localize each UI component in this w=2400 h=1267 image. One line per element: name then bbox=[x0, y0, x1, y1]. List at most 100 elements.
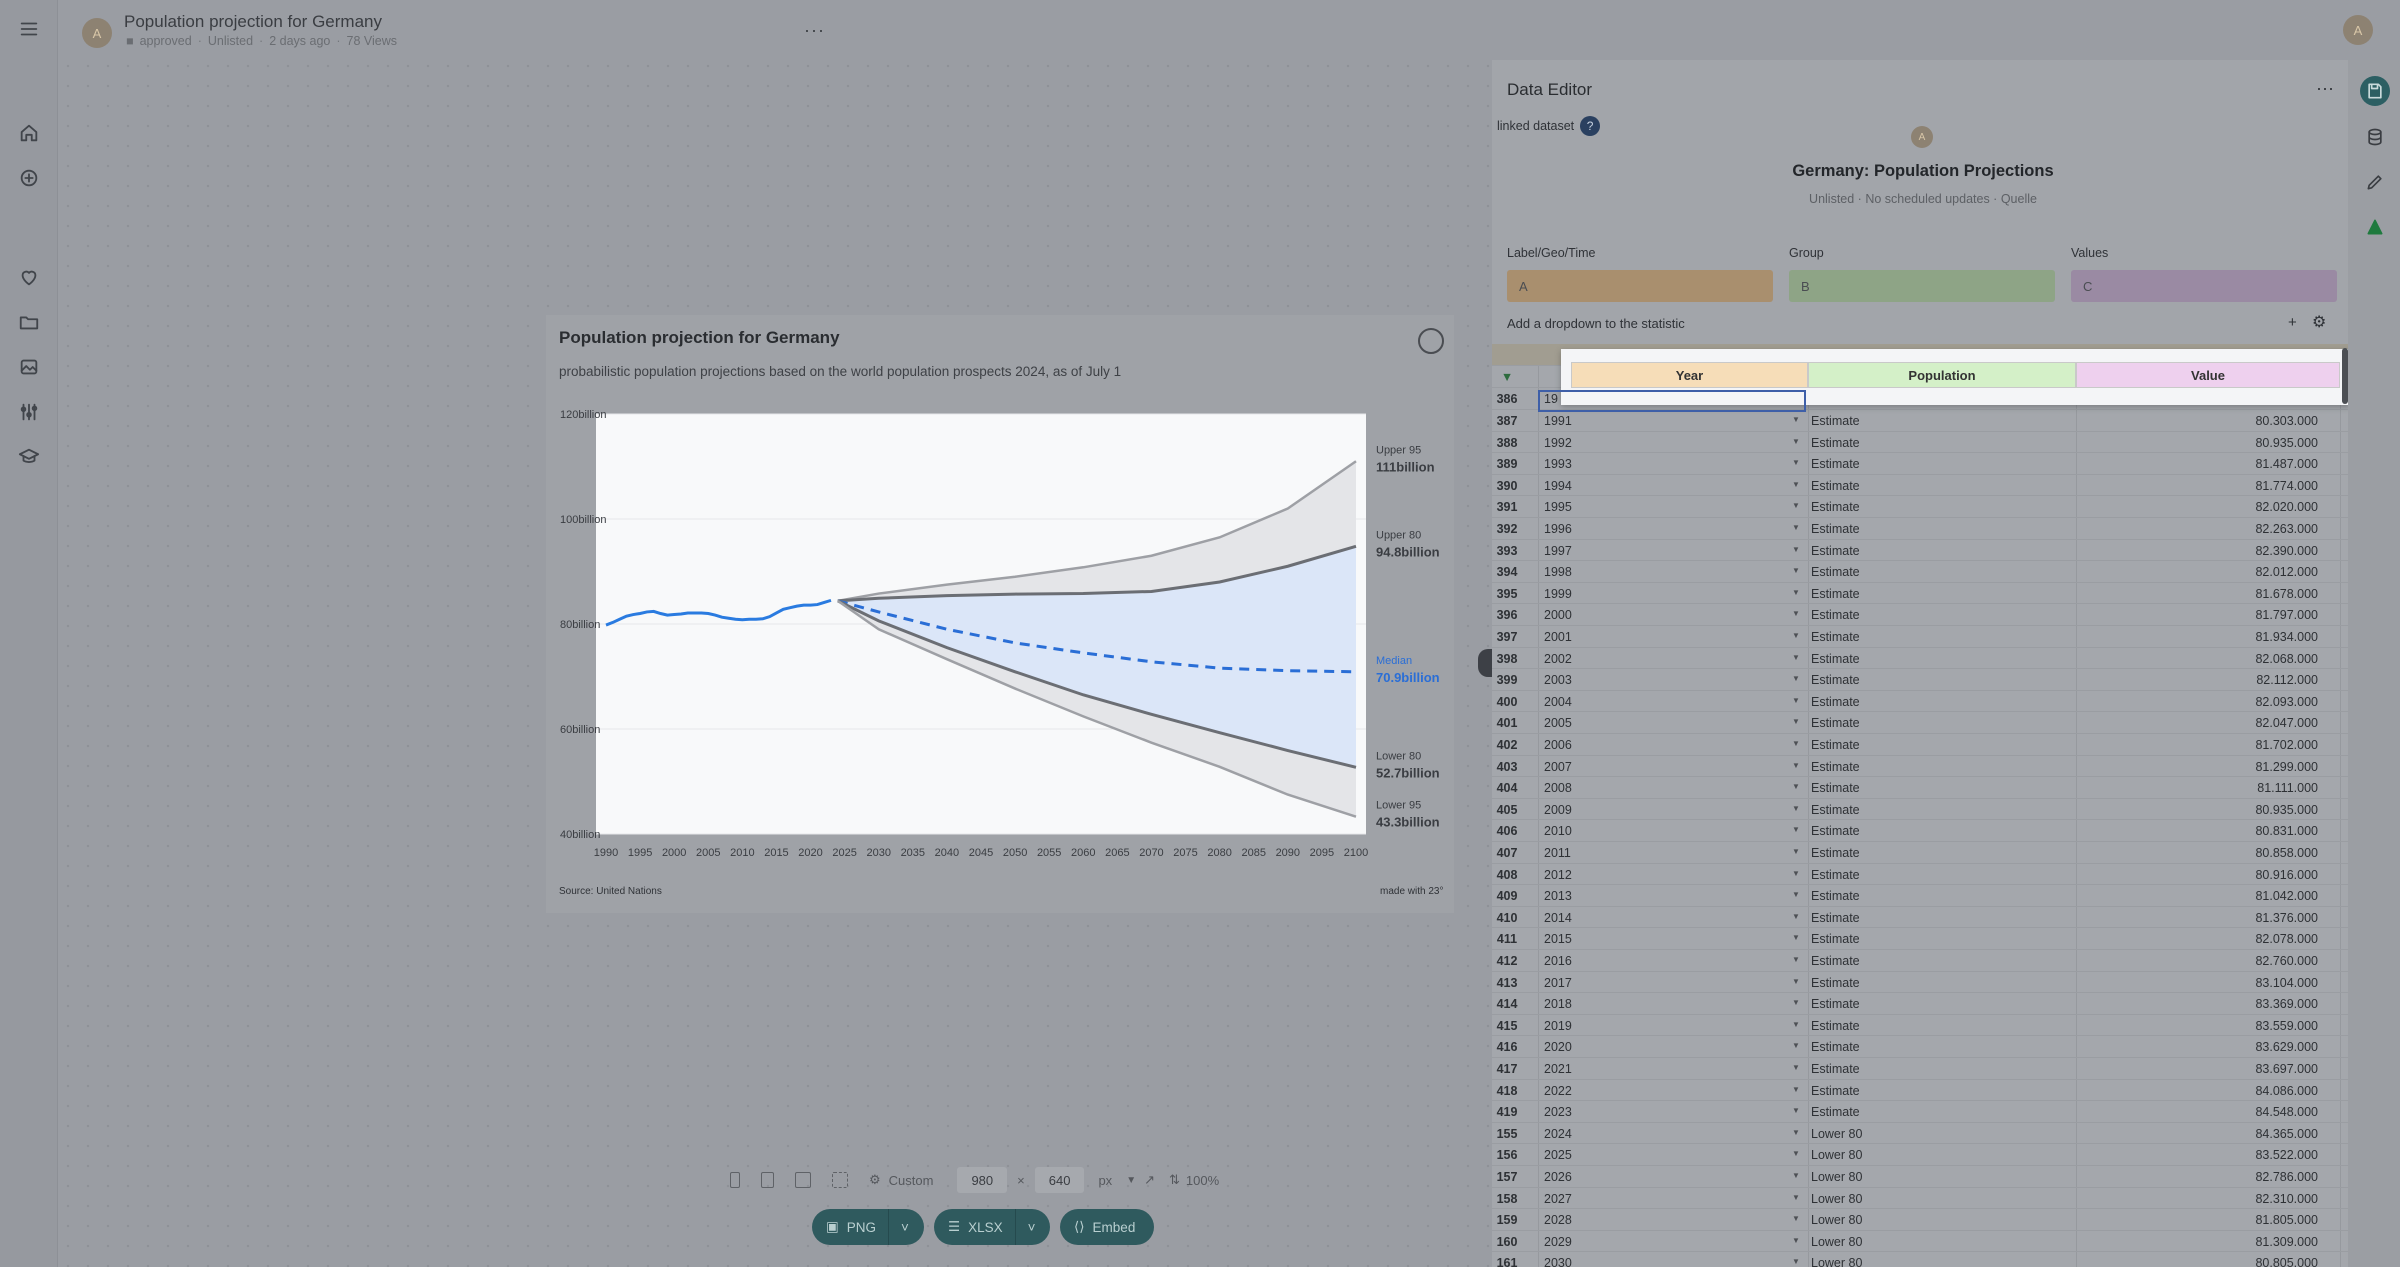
value-cell[interactable]: 82.263.000 bbox=[2255, 522, 2318, 536]
chevron-down-icon[interactable]: ▼ bbox=[1792, 674, 1800, 683]
height-input[interactable]: 640 bbox=[1034, 1167, 1085, 1193]
group-cell[interactable]: Lower 80 bbox=[1811, 1127, 1862, 1141]
table-row[interactable]: 387 1991 Estimate 80.303.000 ▼ bbox=[1492, 410, 2348, 432]
chevron-down-icon[interactable]: ▼ bbox=[1792, 631, 1800, 640]
group-cell[interactable]: Estimate bbox=[1811, 911, 1860, 925]
year-cell[interactable]: 2010 bbox=[1544, 824, 1572, 838]
chevron-down-icon[interactable]: ▼ bbox=[1792, 890, 1800, 899]
group-cell[interactable]: Estimate bbox=[1811, 1040, 1860, 1054]
value-cell[interactable]: 81.797.000 bbox=[2255, 608, 2318, 622]
chevron-down-icon[interactable]: ▼ bbox=[1792, 933, 1800, 942]
table-row[interactable]: 406 2010 Estimate 80.831.000 ▼ bbox=[1492, 820, 2348, 842]
table-row[interactable]: 414 2018 Estimate 83.369.000 ▼ bbox=[1492, 993, 2348, 1015]
year-cell[interactable]: 2020 bbox=[1544, 1040, 1572, 1054]
value-cell[interactable]: 82.012.000 bbox=[2255, 565, 2318, 579]
year-cell[interactable]: 1995 bbox=[1544, 500, 1572, 514]
chevron-down-icon[interactable]: ▼ bbox=[1792, 1257, 1800, 1266]
add-icon[interactable] bbox=[17, 166, 41, 190]
chevron-down-icon[interactable]: ▼ bbox=[1792, 1214, 1800, 1223]
chevron-down-icon[interactable]: ▼ bbox=[1792, 998, 1800, 1007]
table-row[interactable]: 390 1994 Estimate 81.774.000 ▼ bbox=[1492, 475, 2348, 497]
value-cell[interactable]: 81.299.000 bbox=[2255, 760, 2318, 774]
value-cell[interactable]: 82.068.000 bbox=[2255, 652, 2318, 666]
value-cell[interactable]: 82.047.000 bbox=[2255, 716, 2318, 730]
year-cell[interactable]: 2029 bbox=[1544, 1235, 1572, 1249]
group-cell[interactable]: Estimate bbox=[1811, 760, 1860, 774]
value-cell[interactable]: 80.858.000 bbox=[2255, 846, 2318, 860]
chevron-down-icon[interactable]: ▼ bbox=[1792, 1149, 1800, 1158]
table-row[interactable]: 401 2005 Estimate 82.047.000 ▼ bbox=[1492, 712, 2348, 734]
table-row[interactable]: 394 1998 Estimate 82.012.000 ▼ bbox=[1492, 561, 2348, 583]
year-cell[interactable]: 2009 bbox=[1544, 803, 1572, 817]
export-png-button[interactable]: ▣ PNG ˅ bbox=[812, 1209, 924, 1245]
value-cell[interactable]: 80.935.000 bbox=[2255, 803, 2318, 817]
table-row[interactable]: 397 2001 Estimate 81.934.000 ▼ bbox=[1492, 626, 2348, 648]
year-cell[interactable]: 2001 bbox=[1544, 630, 1572, 644]
add-button[interactable]: + bbox=[2288, 314, 2297, 331]
group-cell[interactable]: Estimate bbox=[1811, 889, 1860, 903]
preset-select[interactable]: Custom bbox=[889, 1173, 934, 1188]
chevron-down-icon[interactable]: ▼ bbox=[1792, 1020, 1800, 1029]
group-cell[interactable]: Estimate bbox=[1811, 846, 1860, 860]
group-cell[interactable]: Estimate bbox=[1811, 781, 1860, 795]
chevron-down-icon[interactable]: ▼ bbox=[1792, 1063, 1800, 1072]
column-input-b[interactable]: B bbox=[1789, 270, 2055, 302]
year-cell[interactable]: 2018 bbox=[1544, 997, 1572, 1011]
table-row[interactable]: 405 2009 Estimate 80.935.000 ▼ bbox=[1492, 799, 2348, 821]
heart-icon[interactable] bbox=[17, 265, 41, 289]
header-cell-population[interactable]: Population bbox=[1808, 362, 2076, 388]
image-icon[interactable] bbox=[17, 355, 41, 379]
table-row[interactable]: 416 2020 Estimate 83.629.000 ▼ bbox=[1492, 1036, 2348, 1058]
chevron-down-icon[interactable]: ▼ bbox=[1792, 847, 1800, 856]
year-cell[interactable]: 2006 bbox=[1544, 738, 1572, 752]
year-cell[interactable]: 1992 bbox=[1544, 436, 1572, 450]
chevron-down-icon[interactable]: ▼ bbox=[1792, 782, 1800, 791]
folder-icon[interactable] bbox=[17, 310, 41, 334]
table-row[interactable]: 413 2017 Estimate 83.104.000 ▼ bbox=[1492, 972, 2348, 994]
table-row[interactable]: 388 1992 Estimate 80.935.000 ▼ bbox=[1492, 432, 2348, 454]
year-cell[interactable]: 2013 bbox=[1544, 889, 1572, 903]
graduation-cap-icon[interactable] bbox=[17, 445, 41, 469]
menu-icon[interactable] bbox=[17, 17, 41, 41]
table-row[interactable]: 402 2006 Estimate 81.702.000 ▼ bbox=[1492, 734, 2348, 756]
export-embed-button[interactable]: ⟨⟩ Embed bbox=[1060, 1209, 1154, 1245]
group-cell[interactable]: Lower 80 bbox=[1811, 1148, 1862, 1162]
table-row[interactable]: 412 2016 Estimate 82.760.000 ▼ bbox=[1492, 950, 2348, 972]
filter-icon[interactable]: ▼ bbox=[1492, 370, 1522, 384]
group-cell[interactable]: Estimate bbox=[1811, 1105, 1860, 1119]
year-cell[interactable]: 2021 bbox=[1544, 1062, 1572, 1076]
value-cell[interactable]: 83.559.000 bbox=[2255, 1019, 2318, 1033]
table-row[interactable]: 399 2003 Estimate 82.112.000 ▼ bbox=[1492, 669, 2348, 691]
avatar[interactable]: A bbox=[1911, 126, 1933, 148]
selected-cell[interactable] bbox=[1538, 390, 1806, 412]
chevron-down-icon[interactable]: ▼ bbox=[1792, 912, 1800, 921]
value-cell[interactable]: 82.760.000 bbox=[2255, 954, 2318, 968]
table-row[interactable]: 398 2002 Estimate 82.068.000 ▼ bbox=[1492, 648, 2348, 670]
chevron-down-icon[interactable]: ▼ bbox=[1792, 1128, 1800, 1137]
group-cell[interactable]: Estimate bbox=[1811, 976, 1860, 990]
group-cell[interactable]: Estimate bbox=[1811, 803, 1860, 817]
table-row[interactable]: 159 2028 Lower 80 81.805.000 ▼ bbox=[1492, 1209, 2348, 1231]
save-icon[interactable] bbox=[2360, 76, 2390, 106]
table-row[interactable]: 409 2013 Estimate 81.042.000 ▼ bbox=[1492, 885, 2348, 907]
table-row[interactable]: 411 2015 Estimate 82.078.000 ▼ bbox=[1492, 928, 2348, 950]
table-row[interactable]: 418 2022 Estimate 84.086.000 ▼ bbox=[1492, 1080, 2348, 1102]
group-cell[interactable]: Estimate bbox=[1811, 954, 1860, 968]
value-cell[interactable]: 81.487.000 bbox=[2255, 457, 2318, 471]
table-row[interactable]: 158 2027 Lower 80 82.310.000 ▼ bbox=[1492, 1188, 2348, 1210]
group-cell[interactable]: Estimate bbox=[1811, 997, 1860, 1011]
tablet-icon[interactable] bbox=[761, 1172, 774, 1188]
table-row[interactable]: 389 1993 Estimate 81.487.000 ▼ bbox=[1492, 453, 2348, 475]
chevron-down-icon[interactable]: ▼ bbox=[1792, 696, 1800, 705]
year-cell[interactable]: 2023 bbox=[1544, 1105, 1572, 1119]
chevron-down-icon[interactable]: ▼ bbox=[1792, 588, 1800, 597]
table-row[interactable]: 156 2025 Lower 80 83.522.000 ▼ bbox=[1492, 1144, 2348, 1166]
year-cell[interactable]: 2007 bbox=[1544, 760, 1572, 774]
year-cell[interactable]: 2016 bbox=[1544, 954, 1572, 968]
group-cell[interactable]: Estimate bbox=[1811, 824, 1860, 838]
folder-label[interactable]: approved bbox=[140, 34, 192, 48]
value-cell[interactable]: 82.093.000 bbox=[2255, 695, 2318, 709]
chevron-down-icon[interactable]: ▼ bbox=[1792, 437, 1800, 446]
value-cell[interactable]: 81.042.000 bbox=[2255, 889, 2318, 903]
value-cell[interactable]: 80.303.000 bbox=[2255, 414, 2318, 428]
